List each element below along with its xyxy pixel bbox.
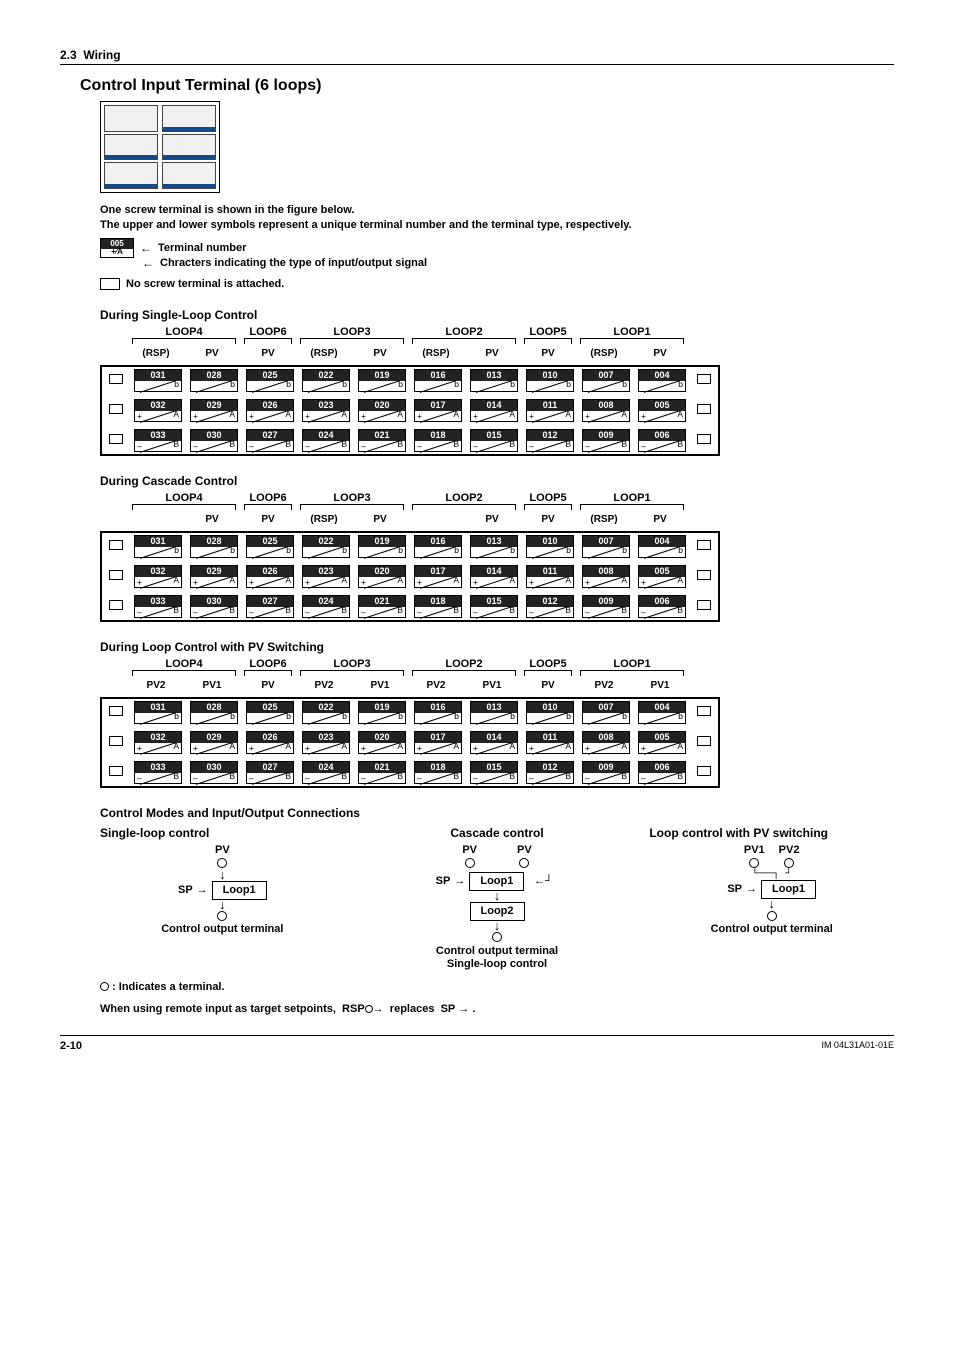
section-num: 2.3 — [60, 48, 77, 62]
terminal-node-icon — [519, 858, 529, 868]
cascade-heading: During Cascade Control — [100, 474, 894, 488]
single-loop-heading: During Single-Loop Control — [100, 308, 894, 322]
legend-terminal-box: 005 +∕A — [100, 238, 134, 258]
terminal-node-icon — [465, 858, 475, 868]
page-title: Control Input Terminal (6 loops) — [80, 77, 894, 95]
terminal-node-icon — [784, 858, 794, 868]
single-loop-terminal-table: 031b028b025b022b019b016b013b010b007b004b… — [100, 365, 720, 456]
footnote-rsp: When using remote input as target setpoi… — [100, 1003, 894, 1015]
modes-heading: Control Modes and Input/Output Connectio… — [100, 806, 894, 820]
legend-terminal-type: ← Chracters indicating the type of input… — [142, 256, 894, 270]
cascade-table-wrap: LOOP4LOOP6LOOP3LOOP2LOOP5LOOP1PVPV(RSP)P… — [100, 492, 894, 622]
terminal-node-icon — [365, 1005, 373, 1013]
pvswitch-table-wrap: LOOP4LOOP6LOOP3LOOP2LOOP5LOOP1PV2PV1PVPV… — [100, 658, 894, 788]
description: One screw terminal is shown in the figur… — [100, 203, 894, 234]
footnote-terminal: : Indicates a terminal. — [100, 981, 894, 993]
legend-no-screw: No screw terminal is attached. — [100, 278, 894, 290]
terminal-node-icon — [767, 911, 777, 921]
page-number: 2-10 — [60, 1040, 82, 1052]
mode-pvswitch: Loop control with PV switching PV1 PV2 └… — [649, 826, 894, 971]
section-header: 2.3 Wiring — [60, 48, 894, 65]
pvswitch-heading: During Loop Control with PV Switching — [100, 640, 894, 654]
section-title: Wiring — [83, 48, 120, 62]
pvswitch-terminal-table: 031b028b025b022b019b016b013b010b007b004b… — [100, 697, 720, 788]
mode-cascade: Cascade control PV PV SP→ Loop1 ←┘ ↓ Loo… — [375, 826, 620, 971]
terminal-node-icon — [217, 911, 227, 921]
mode-single-loop: Single-loop control PV ↓ SP→ Loop1 ↓ Con… — [100, 826, 345, 971]
single-loop-table-wrap: LOOP4LOOP6LOOP3LOOP2LOOP5LOOP1(RSP)PVPV(… — [100, 326, 894, 456]
page-footer: 2-10 IM 04L31A01-01E — [60, 1035, 894, 1052]
rear-panel-thumbnail — [100, 101, 220, 193]
terminal-node-icon — [749, 858, 759, 868]
modes-diagrams: Single-loop control PV ↓ SP→ Loop1 ↓ Con… — [100, 826, 894, 971]
terminal-node-icon — [100, 982, 109, 991]
doc-code: IM 04L31A01-01E — [821, 1040, 894, 1052]
legend-terminal-number: 005 +∕A ← Terminal number — [100, 238, 894, 258]
terminal-node-icon — [492, 932, 502, 942]
cascade-terminal-table: 031b028b025b022b019b016b013b010b007b004b… — [100, 531, 720, 622]
